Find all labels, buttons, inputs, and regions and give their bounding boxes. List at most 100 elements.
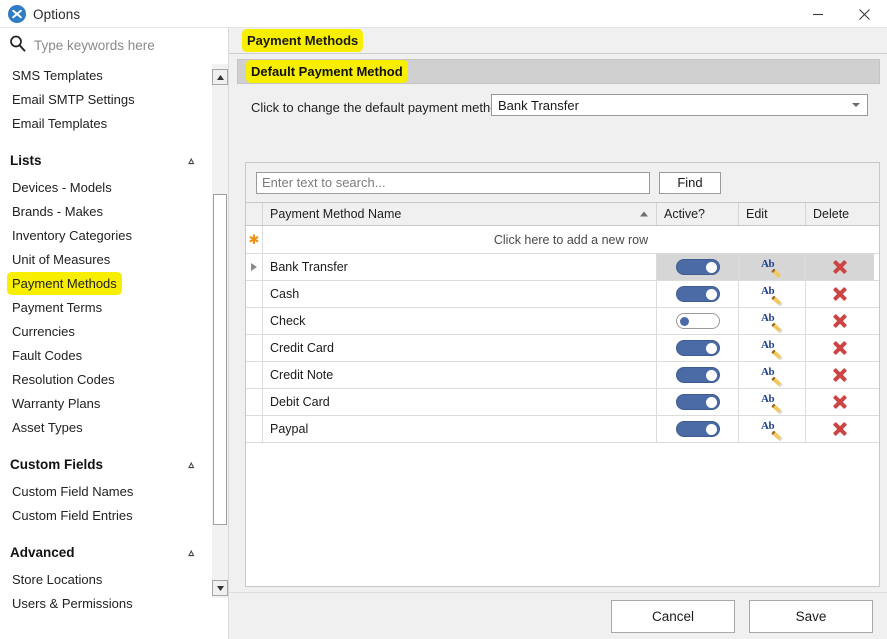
row-delete-cell bbox=[806, 362, 874, 388]
sidebar-item-email-templates[interactable]: Email Templates bbox=[0, 112, 210, 136]
sidebar-item-fault-codes[interactable]: Fault Codes bbox=[0, 344, 210, 368]
table-row[interactable]: Bank Transfer Ab bbox=[246, 254, 879, 281]
sidebar-item-label: Devices - Models bbox=[12, 180, 112, 195]
sidebar-item-devices-models[interactable]: Devices - Models bbox=[0, 176, 210, 200]
row-name[interactable]: Cash bbox=[263, 281, 657, 307]
sidebar-item-unit-of-measures[interactable]: Unit of Measures bbox=[0, 248, 210, 272]
row-active-toggle-cell bbox=[657, 335, 739, 361]
row-name[interactable]: Credit Note bbox=[263, 362, 657, 388]
sidebar-item-payment-methods[interactable]: Payment Methods bbox=[0, 272, 210, 296]
row-name[interactable]: Bank Transfer bbox=[263, 254, 657, 280]
row-edit-cell: Ab bbox=[739, 308, 806, 334]
active-toggle[interactable] bbox=[675, 259, 720, 275]
sidebar-group-advanced[interactable]: Advanced ▵ bbox=[0, 538, 210, 568]
sidebar-item-custom-field-entries[interactable]: Custom Field Entries bbox=[0, 504, 210, 528]
table-row[interactable]: Credit Note Ab bbox=[246, 362, 879, 389]
scroll-up-arrow-icon[interactable] bbox=[212, 69, 228, 85]
payment-methods-grid: Payment Method Name Active? Edit Delete bbox=[246, 202, 879, 586]
sidebar-group-label: Advanced bbox=[10, 545, 75, 560]
dropdown-selected-value: Bank Transfer bbox=[498, 97, 579, 113]
row-name[interactable]: Debit Card bbox=[263, 389, 657, 415]
minimize-icon[interactable] bbox=[795, 0, 841, 28]
grid-header-indicator bbox=[246, 203, 263, 225]
sidebar-item-label: Fault Codes bbox=[12, 348, 83, 363]
rename-edit-icon[interactable]: Ab bbox=[761, 258, 783, 280]
row-delete-cell bbox=[806, 308, 874, 334]
default-payment-method-panel: Default Payment Method Click to change t… bbox=[237, 59, 880, 595]
row-edit-cell: Ab bbox=[739, 281, 806, 307]
chevron-up-icon[interactable]: ▵ bbox=[188, 538, 194, 568]
grid-body: ✱ Click here to add a new row Bank Trans… bbox=[246, 226, 879, 443]
sidebar-item-resolution-codes[interactable]: Resolution Codes bbox=[0, 368, 210, 392]
grid-header-edit[interactable]: Edit bbox=[739, 203, 806, 225]
sidebar-item-brands-makes[interactable]: Brands - Makes bbox=[0, 200, 210, 224]
active-toggle[interactable] bbox=[675, 421, 720, 437]
active-toggle[interactable] bbox=[675, 286, 720, 302]
delete-x-icon[interactable] bbox=[833, 395, 848, 410]
row-name[interactable]: Check bbox=[263, 308, 657, 334]
cancel-button[interactable]: Cancel bbox=[611, 599, 735, 633]
rename-edit-icon[interactable]: Ab bbox=[761, 312, 783, 334]
close-icon[interactable] bbox=[841, 0, 887, 28]
active-toggle[interactable] bbox=[675, 340, 720, 356]
table-row[interactable]: Paypal Ab bbox=[246, 416, 879, 443]
grid-header-payment-method-name[interactable]: Payment Method Name bbox=[263, 203, 657, 225]
default-method-label: Click to change the default payment meth… bbox=[251, 99, 512, 115]
sidebar-group-label: Custom Fields bbox=[10, 457, 104, 472]
active-toggle[interactable] bbox=[675, 313, 720, 329]
chevron-down-icon[interactable] bbox=[852, 103, 860, 107]
active-toggle[interactable] bbox=[675, 367, 720, 383]
grid-search-input[interactable] bbox=[256, 171, 650, 194]
current-row-arrow-icon bbox=[251, 263, 257, 271]
grid-header-active[interactable]: Active? bbox=[657, 203, 739, 225]
rename-edit-icon[interactable]: Ab bbox=[761, 285, 783, 307]
grid-new-row[interactable]: ✱ Click here to add a new row bbox=[246, 226, 879, 254]
sidebar-item-payment-terms[interactable]: Payment Terms bbox=[0, 296, 210, 320]
rename-edit-icon[interactable]: Ab bbox=[761, 420, 783, 442]
delete-x-icon[interactable] bbox=[833, 341, 848, 356]
row-name[interactable]: Paypal bbox=[263, 416, 657, 442]
sidebar-item-warranty-plans[interactable]: Warranty Plans bbox=[0, 392, 210, 416]
sidebar-item-email-smtp-settings[interactable]: Email SMTP Settings bbox=[0, 88, 210, 112]
chevron-up-icon[interactable]: ▵ bbox=[188, 146, 194, 176]
sidebar-item-store-locations[interactable]: Store Locations bbox=[0, 568, 210, 592]
delete-x-icon[interactable] bbox=[833, 260, 848, 275]
sidebar-item-asset-types[interactable]: Asset Types bbox=[0, 416, 210, 440]
table-row[interactable]: Cash Ab bbox=[246, 281, 879, 308]
row-indicator bbox=[246, 254, 263, 280]
rename-edit-icon[interactable]: Ab bbox=[761, 339, 783, 361]
row-indicator bbox=[246, 362, 263, 388]
sidebar-item-sms-templates[interactable]: SMS Templates bbox=[0, 64, 210, 88]
scroll-down-arrow-icon[interactable] bbox=[212, 580, 228, 596]
rename-edit-icon[interactable]: Ab bbox=[761, 393, 783, 415]
column-label: Edit bbox=[746, 207, 768, 221]
chevron-up-icon[interactable]: ▵ bbox=[188, 450, 194, 480]
tab-payment-methods[interactable]: Payment Methods bbox=[235, 28, 370, 54]
find-button[interactable]: Find bbox=[659, 171, 721, 194]
active-toggle[interactable] bbox=[675, 394, 720, 410]
sidebar-item-label: Email SMTP Settings bbox=[12, 92, 135, 107]
table-row[interactable]: Check Ab bbox=[246, 308, 879, 335]
row-delete-cell bbox=[806, 281, 874, 307]
sidebar-group-custom-fields[interactable]: Custom Fields ▵ bbox=[0, 450, 210, 480]
delete-x-icon[interactable] bbox=[833, 368, 848, 383]
save-button[interactable]: Save bbox=[749, 599, 873, 633]
delete-x-icon[interactable] bbox=[833, 314, 848, 329]
sidebar-group-lists[interactable]: Lists ▵ bbox=[0, 146, 210, 176]
sidebar-item-custom-field-names[interactable]: Custom Field Names bbox=[0, 480, 210, 504]
table-row[interactable]: Debit Card Ab bbox=[246, 389, 879, 416]
search-input[interactable] bbox=[34, 37, 214, 53]
sidebar-scrollbar-thumb[interactable] bbox=[213, 194, 227, 525]
sidebar-item-currencies[interactable]: Currencies bbox=[0, 320, 210, 344]
row-name[interactable]: Credit Card bbox=[263, 335, 657, 361]
delete-x-icon[interactable] bbox=[833, 422, 848, 437]
row-indicator bbox=[246, 308, 263, 334]
delete-x-icon[interactable] bbox=[833, 287, 848, 302]
grid-header-delete[interactable]: Delete bbox=[806, 203, 874, 225]
default-payment-method-dropdown[interactable]: Bank Transfer bbox=[491, 94, 868, 116]
rename-edit-icon[interactable]: Ab bbox=[761, 366, 783, 388]
payment-methods-grid-card: Find Payment Method Name Active? E bbox=[245, 162, 880, 587]
table-row[interactable]: Credit Card Ab bbox=[246, 335, 879, 362]
sidebar-item-inventory-categories[interactable]: Inventory Categories bbox=[0, 224, 210, 248]
sidebar-item-users-permissions[interactable]: Users & Permissions bbox=[0, 592, 210, 616]
